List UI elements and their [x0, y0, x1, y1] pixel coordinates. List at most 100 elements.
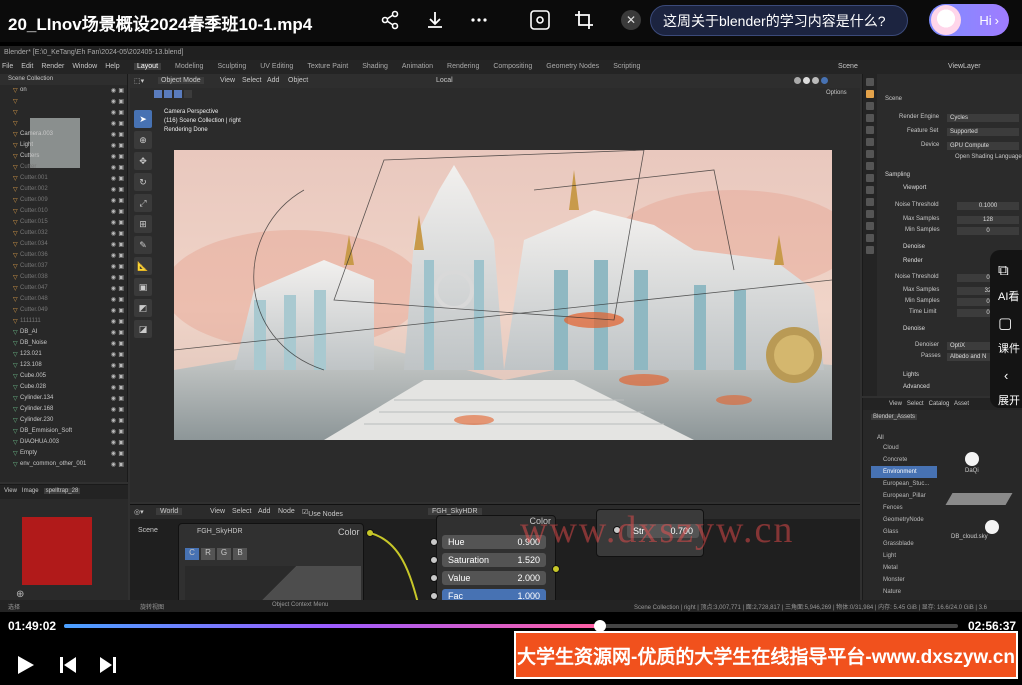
- outliner-row[interactable]: ▽ Cube.005 ◉ ▣: [0, 371, 127, 382]
- asset-menu-view[interactable]: View: [889, 401, 902, 407]
- visibility-eye-icon[interactable]: ◉: [111, 318, 116, 325]
- rgb-mode-b[interactable]: B: [233, 548, 247, 560]
- outliner-row[interactable]: ▽ Cutter.001 ◉ ▣: [0, 173, 127, 184]
- select-tool-icon[interactable]: ➤: [134, 110, 152, 128]
- outliner-row[interactable]: ▽ Cutter.036 ◉ ▣: [0, 250, 127, 261]
- node-menu-node[interactable]: Node: [278, 508, 295, 515]
- material-tab-icon[interactable]: [866, 234, 874, 242]
- mode-selector[interactable]: Object Mode: [158, 77, 204, 84]
- side-ai-label[interactable]: AI看: [998, 288, 1019, 304]
- outliner-row[interactable]: ▽ Cutters ◉ ▣: [0, 151, 127, 162]
- visibility-eye-icon[interactable]: ◉: [111, 153, 116, 160]
- asset-catalog-item[interactable]: Environment: [871, 466, 937, 478]
- noise-threshold-field[interactable]: 0.1000: [957, 202, 1019, 210]
- render-toggle-icon[interactable]: ▣: [118, 274, 124, 281]
- play-icon[interactable]: [16, 654, 36, 682]
- asset-catalog-item[interactable]: Glass: [871, 526, 937, 538]
- denoise-render-toggle[interactable]: Denoise: [903, 326, 925, 332]
- group-node[interactable]: FGH_SkyHDR C R G B: [178, 523, 364, 612]
- render-toggle-icon[interactable]: ▣: [118, 285, 124, 292]
- render-toggle-icon[interactable]: ▣: [118, 428, 124, 435]
- outliner-row[interactable]: ▽ Cutter.049 ◉ ▣: [0, 305, 127, 316]
- visibility-eye-icon[interactable]: ◉: [111, 197, 116, 204]
- prev-icon[interactable]: [58, 654, 78, 682]
- outliner-row[interactable]: ▽ DB_Noise ◉ ▣: [0, 338, 127, 349]
- asset-catalog-all[interactable]: All: [877, 435, 884, 441]
- visibility-eye-icon[interactable]: ◉: [111, 164, 116, 171]
- options-menu[interactable]: Options: [826, 90, 847, 96]
- chevron-left-icon[interactable]: ‹: [1004, 368, 1008, 383]
- visibility-eye-icon[interactable]: ◉: [111, 362, 116, 369]
- editor-type-icon[interactable]: ◎▾: [134, 508, 144, 516]
- progress-bar[interactable]: [64, 620, 958, 632]
- feature-set-field[interactable]: Supported: [947, 128, 1019, 136]
- visibility-eye-icon[interactable]: ◉: [111, 142, 116, 149]
- share-icon[interactable]: [378, 8, 402, 32]
- render-toggle-icon[interactable]: ▣: [118, 153, 124, 160]
- add-cube-tool-icon[interactable]: ▣: [134, 278, 152, 296]
- node-menu-select[interactable]: Select: [232, 508, 251, 515]
- rotate-tool-icon[interactable]: ↻: [134, 173, 152, 191]
- render-toggle-icon[interactable]: ▣: [118, 87, 124, 94]
- outliner-row[interactable]: ▽ Cylinder.168 ◉ ▣: [0, 404, 127, 415]
- viewport-subsection[interactable]: Viewport: [903, 185, 926, 191]
- physics-tab-icon[interactable]: [866, 198, 874, 206]
- asset-plane-thumbnail[interactable]: [945, 493, 1013, 505]
- asset-library-selector[interactable]: Blender_Assets: [871, 414, 918, 420]
- visibility-eye-icon[interactable]: ◉: [111, 373, 116, 380]
- asset-catalog-item[interactable]: Light: [871, 550, 937, 562]
- courseware-icon[interactable]: ▢: [998, 314, 1012, 332]
- output-tab-icon[interactable]: [866, 102, 874, 110]
- render-tab-icon[interactable]: [866, 90, 874, 98]
- visibility-eye-icon[interactable]: ◉: [111, 285, 116, 292]
- visibility-eye-icon[interactable]: ◉: [111, 351, 116, 358]
- outliner-row[interactable]: ▽ 123.108 ◉ ▣: [0, 360, 127, 371]
- workspace-tab-geometry-nodes[interactable]: Geometry Nodes: [546, 63, 599, 70]
- outliner-row[interactable]: ▽ ◉ ▣: [0, 107, 127, 118]
- extra-tool-icon[interactable]: ◪: [134, 320, 152, 338]
- modifier-tab-icon[interactable]: [866, 174, 874, 182]
- screenshot-icon[interactable]: [528, 8, 552, 32]
- rgb-mode-g[interactable]: G: [217, 548, 231, 560]
- visibility-eye-icon[interactable]: ◉: [111, 120, 116, 127]
- render-toggle-icon[interactable]: ▣: [118, 340, 124, 347]
- menu-item-render[interactable]: Render: [41, 63, 64, 70]
- texture-tab-icon[interactable]: [866, 246, 874, 254]
- visibility-eye-icon[interactable]: ◉: [111, 450, 116, 457]
- render-toggle-icon[interactable]: ▣: [118, 417, 124, 424]
- render-toggle-icon[interactable]: ▣: [118, 120, 124, 127]
- visibility-eye-icon[interactable]: ◉: [111, 241, 116, 248]
- visibility-eye-icon[interactable]: ◉: [111, 230, 116, 237]
- hsv-field-saturation[interactable]: Saturation 1.520: [442, 553, 546, 567]
- hi-assistant-button[interactable]: Hi ›: [929, 4, 1009, 36]
- outliner-row[interactable]: ▽ Light ◉ ▣: [0, 140, 127, 151]
- select-subtract-icon[interactable]: [174, 90, 182, 98]
- render-toggle-icon[interactable]: ▣: [118, 197, 124, 204]
- cursor-icon[interactable]: ⊕: [16, 589, 24, 600]
- visibility-eye-icon[interactable]: ◉: [111, 406, 116, 413]
- render-toggle-icon[interactable]: ▣: [118, 461, 124, 468]
- outliner-row[interactable]: ▽ Cutter.002 ◉ ▣: [0, 184, 127, 195]
- cursor-tool-icon[interactable]: ⊕: [134, 131, 152, 149]
- render-toggle-icon[interactable]: ▣: [118, 98, 124, 105]
- visibility-eye-icon[interactable]: ◉: [111, 274, 116, 281]
- render-toggle-icon[interactable]: ▣: [118, 263, 124, 270]
- workspace-tab-uv-editing[interactable]: UV Editing: [260, 63, 293, 70]
- render-toggle-icon[interactable]: ▣: [118, 142, 124, 149]
- 3d-viewport[interactable]: ⬚▾ Object Mode View Select Add Object Lo…: [130, 74, 860, 502]
- asset-catalog-item[interactable]: European_Pillar: [871, 490, 937, 502]
- outliner-row[interactable]: ▽ Empty ◉ ▣: [0, 448, 127, 459]
- use-nodes-checkbox[interactable]: ☑ Use Nodes: [302, 508, 343, 518]
- render-toggle-icon[interactable]: ▣: [118, 406, 124, 413]
- render-toggle-icon[interactable]: ▣: [118, 373, 124, 380]
- image-name-field[interactable]: spelltrap_28: [43, 488, 81, 494]
- next-icon[interactable]: [98, 654, 118, 682]
- visibility-eye-icon[interactable]: ◉: [111, 340, 116, 347]
- select-box-icon[interactable]: [154, 90, 162, 98]
- tool-tab-icon[interactable]: [866, 78, 874, 86]
- outliner-row[interactable]: ▽ Cutter.009 ◉ ▣: [0, 195, 127, 206]
- outliner-row[interactable]: ▽ Cutter.015 ◉ ▣: [0, 217, 127, 228]
- node-menu-add[interactable]: Add: [258, 508, 270, 515]
- outliner-row[interactable]: ▽ Cutter.048 ◉ ▣: [0, 294, 127, 305]
- visibility-eye-icon[interactable]: ◉: [111, 131, 116, 138]
